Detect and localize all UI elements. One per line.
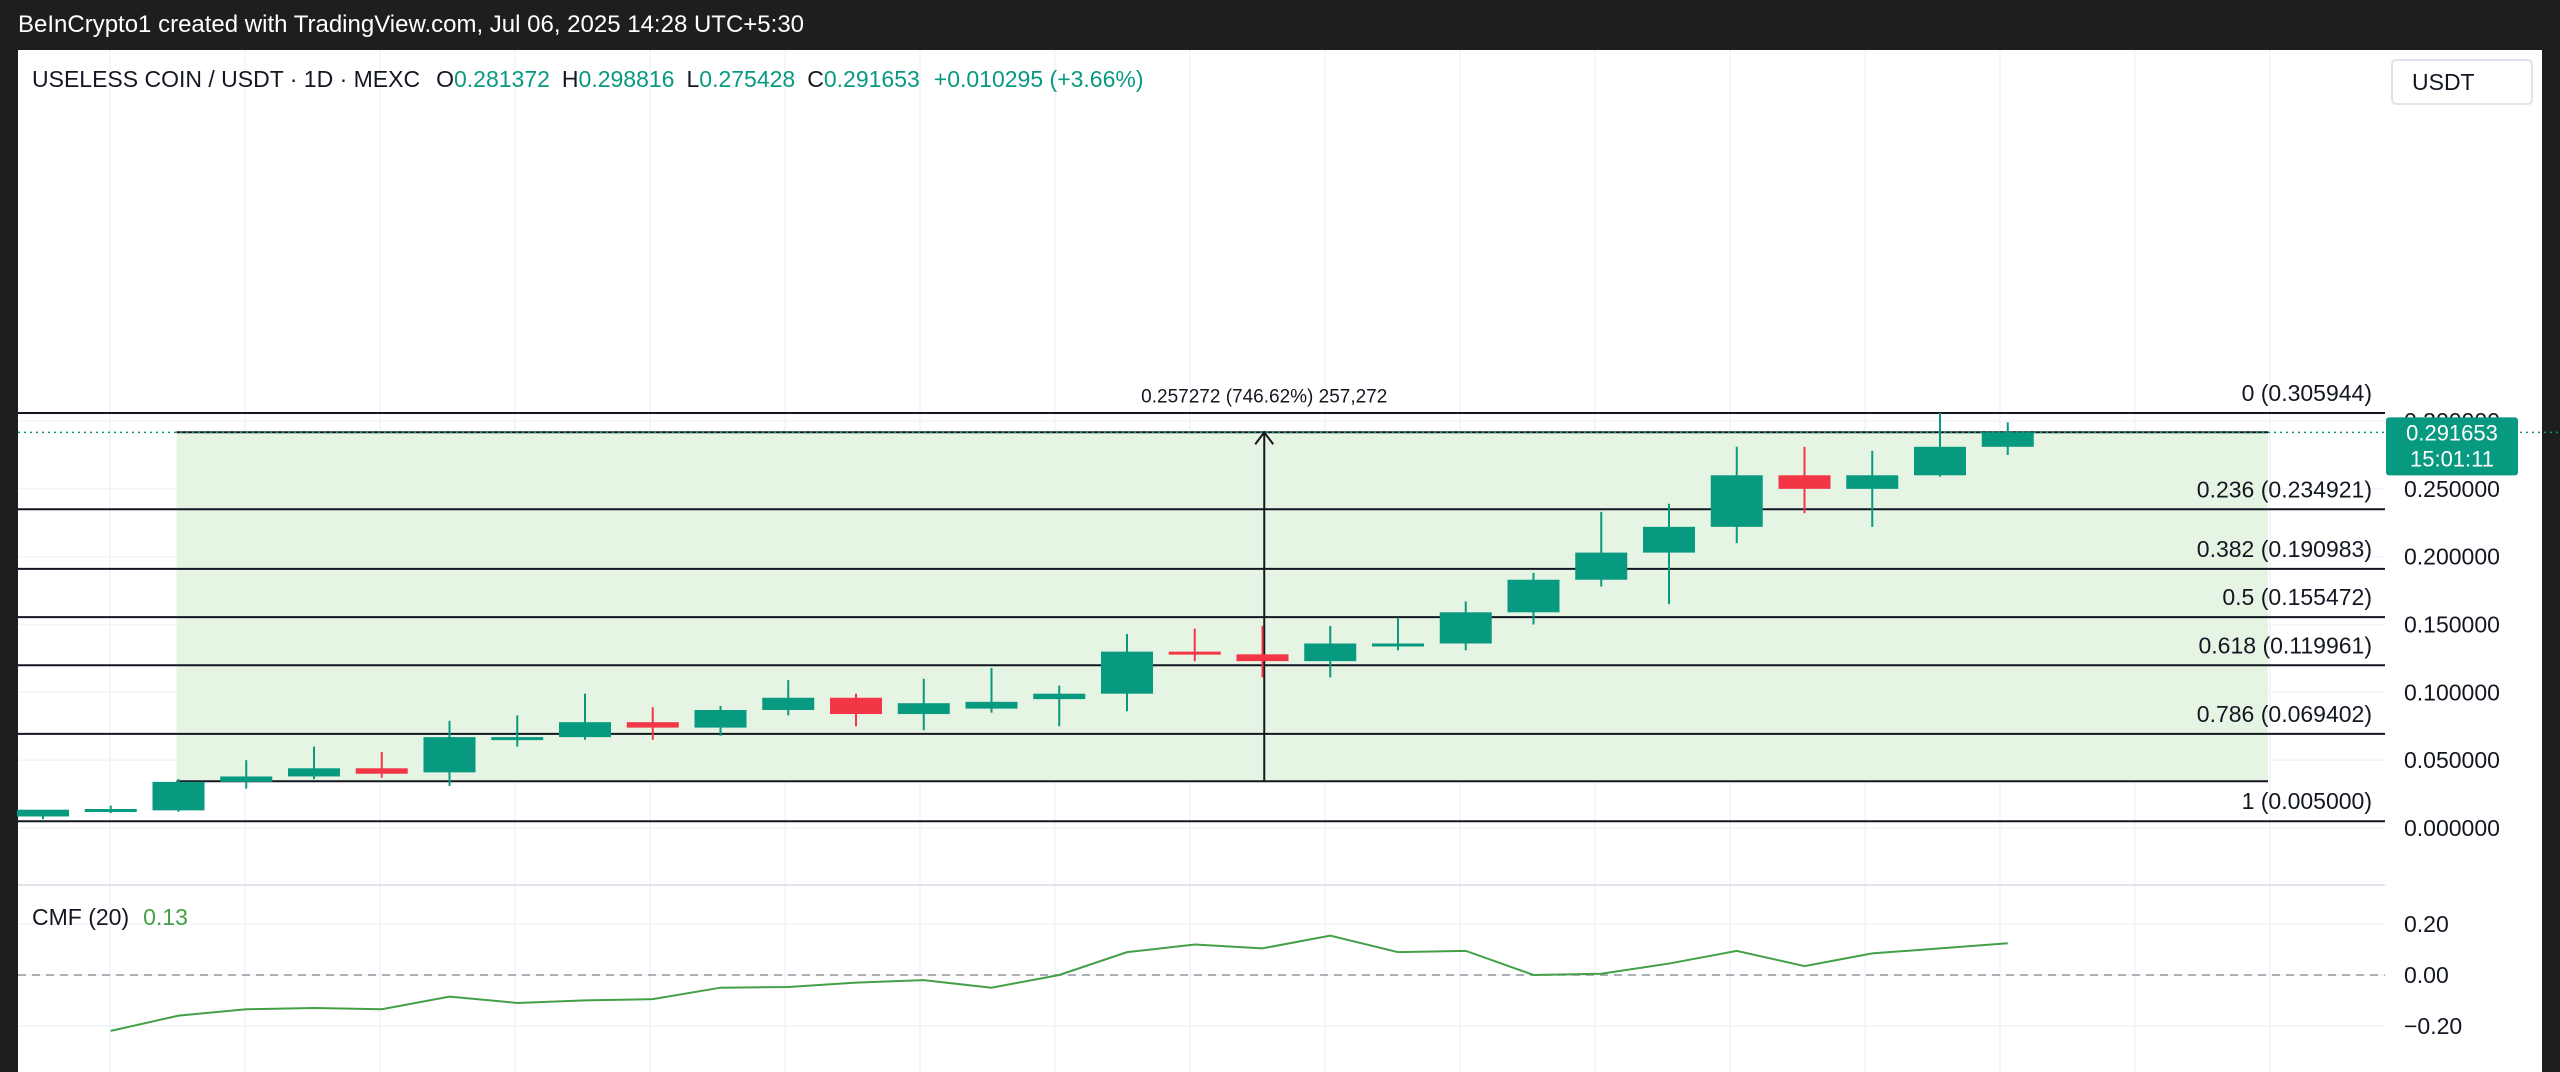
chart-canvas[interactable]: 0 (0.305944) 0.236 (0.234921) 0.382 (0.190…	[0, 0, 2560, 1072]
symbol-legend[interactable]: USELESS COIN / USDT · 1D · MEXC O0.281372…	[32, 66, 1144, 92]
cmf-legend[interactable]: CMF (20) 0.13	[32, 904, 188, 930]
candle-body	[423, 737, 476, 773]
candle-body	[1304, 643, 1357, 662]
last-price-tag: 0.291653 15:01:11	[2386, 417, 2518, 476]
high-label: H	[562, 66, 579, 92]
fib-level-label: 0.5 (0.155472)	[2222, 584, 2372, 610]
candle-countdown: 15:01:11	[2410, 446, 2494, 471]
candle-body	[965, 701, 1018, 709]
price-range-label: 0.257272 (746.62%) 257,272	[1141, 386, 1387, 407]
candle-body	[288, 768, 340, 777]
price-axis-tick-label: 0.250000	[2404, 476, 2500, 502]
close-label: C	[807, 66, 824, 92]
ohlc-legend[interactable]: USELESS COIN / USDT · 1D · MEXC O0.281372…	[32, 66, 1144, 92]
candle-body	[152, 781, 205, 811]
candle-body	[1981, 432, 2034, 447]
open-value: 0.281372	[454, 66, 550, 92]
price-axis-tick-label: 0.150000	[2404, 612, 2500, 638]
candle-body	[17, 809, 69, 817]
change-value: +0.010295 (+3.66%)	[934, 66, 1144, 92]
candle-body	[762, 697, 815, 710]
candle-body	[1846, 475, 1899, 489]
fib-level-label: 0.786 (0.069402)	[2197, 701, 2372, 727]
cmf-legend-text[interactable]: CMF (20) 0.13	[32, 904, 188, 930]
candle	[152, 779, 205, 812]
price-range-fill	[176, 432, 2268, 782]
candle-body	[830, 697, 882, 715]
high-value: 0.298816	[579, 66, 675, 92]
low-value: 0.275428	[699, 66, 795, 92]
candle-body	[1101, 651, 1153, 694]
candle-body	[84, 809, 137, 813]
candle-body	[1575, 552, 1628, 580]
open-label: O	[436, 66, 454, 92]
close-value: 0.291653	[824, 66, 920, 92]
cmf-current-value: 0.13	[143, 904, 188, 930]
cmf-axis-tick-label: 0.00	[2404, 962, 2449, 988]
candle-body	[355, 768, 408, 774]
candle-body	[1507, 579, 1560, 613]
candle-body	[1643, 526, 1695, 553]
fib-level-label: 0 (0.305944)	[2242, 380, 2372, 406]
candle-body	[1710, 475, 1763, 527]
candle-body	[220, 776, 273, 782]
price-axis-tick-label: 0.200000	[2404, 544, 2500, 570]
cmf-axis-tick-label: 0.20	[2404, 911, 2449, 937]
candle-body	[1372, 643, 1424, 647]
currency-button[interactable]: USDT	[2391, 59, 2533, 105]
candle-body	[559, 722, 611, 738]
fib-level-label: 0.236 (0.234921)	[2197, 476, 2372, 502]
fib-level-label: 0.382 (0.190983)	[2197, 536, 2372, 562]
price-axis-tick-label: 0.050000	[2404, 747, 2500, 773]
candle-body	[1778, 475, 1831, 489]
currency-button-label[interactable]: USDT	[2412, 69, 2475, 95]
candle-body	[1439, 612, 1492, 644]
low-label: L	[686, 66, 699, 92]
candle-body	[1168, 651, 1221, 655]
fib-level-label: 0.618 (0.119961)	[2199, 632, 2373, 658]
symbol-title[interactable]: USELESS COIN / USDT · 1D · MEXC	[32, 66, 420, 92]
cmf-axis-tick-label: −0.20	[2404, 1013, 2462, 1039]
candle-body	[626, 722, 679, 728]
candle-body	[897, 703, 950, 715]
candle-body	[1914, 446, 1966, 476]
fib-level-label: 1 (0.005000)	[2242, 788, 2372, 814]
candle-body	[1033, 693, 1086, 700]
price-axis-tick-label: 0.100000	[2404, 679, 2500, 705]
last-price-value: 0.291653	[2406, 420, 2498, 445]
candle-body	[694, 709, 747, 728]
candle-body	[1236, 654, 1289, 662]
cmf-title[interactable]: CMF (20)	[32, 904, 129, 930]
price-axis-tick-label: 0.000000	[2404, 815, 2500, 841]
candle-body	[491, 737, 544, 741]
